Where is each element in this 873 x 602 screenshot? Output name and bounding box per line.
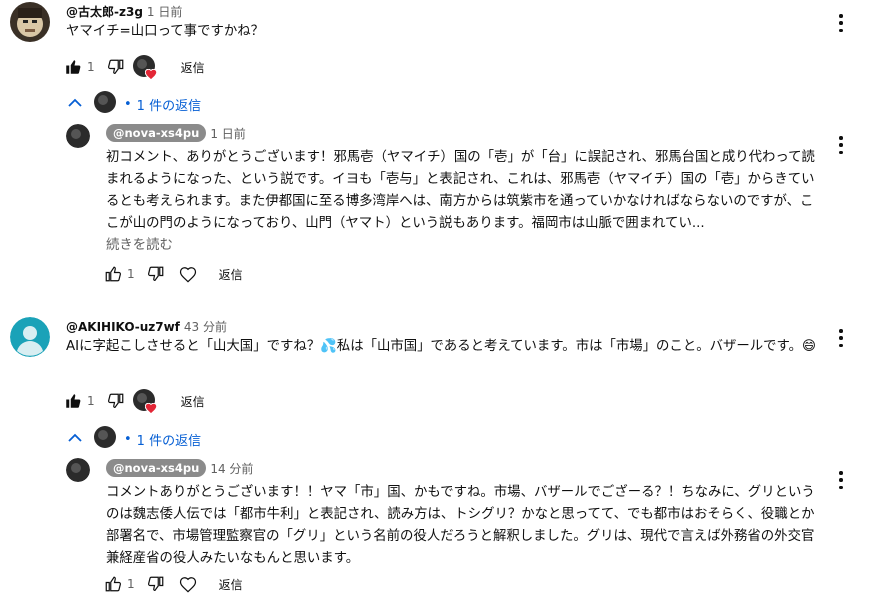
reply-button[interactable]: 返信 [219,266,243,283]
reply-meta: @nova-xs4pu 1 日前 [106,124,246,142]
dislike-icon[interactable] [145,263,167,285]
reply-button[interactable]: 返信 [181,393,205,410]
reply-actions: 1 返信 [102,569,243,599]
read-more-link[interactable]: 続きを読む [106,233,173,253]
creator-avatar-icon [94,426,116,452]
like-icon[interactable] [62,56,84,78]
dislike-icon[interactable] [145,573,167,595]
comment-meta: @AKIHIKO-uz7wf 43 分前 [66,318,227,335]
replies-count-label: 1 件の返信 [136,433,202,449]
chevron-up-icon [68,97,82,112]
reply-avatar-icon[interactable] [66,458,90,482]
more-actions-icon[interactable] [838,136,844,154]
chevron-up-icon [68,432,82,447]
replies-count-label: 1 件の返信 [136,98,202,114]
separator-dot: • [124,96,132,112]
like-icon[interactable] [62,390,84,412]
reply-button[interactable]: 返信 [181,59,205,76]
author-name[interactable]: @古太郎-z3g [66,3,143,20]
more-actions-icon[interactable] [838,471,844,489]
reply-text: 初コメント、ありがとうございます！邪馬壱（ヤマイチ）国の「壱」が「台」に誤記され… [106,150,815,231]
heart-icon [144,65,157,84]
heart-outline-icon[interactable] [177,573,199,595]
timestamp[interactable]: 1 日前 [210,125,245,142]
reply-avatar-icon[interactable] [66,124,90,148]
comment-meta: @古太郎-z3g 1 日前 [66,3,182,20]
reply-actions: 1 返信 [102,259,243,289]
creator-avatar-icon [94,91,116,117]
like-count: 1 [87,60,95,74]
like-count: 1 [127,577,135,591]
timestamp[interactable]: 14 分前 [210,460,253,477]
replies-toggle[interactable]: • 1 件の返信 [68,91,201,117]
separator-dot: • [124,431,132,447]
author-name[interactable]: @nova-xs4pu [106,124,207,142]
like-icon[interactable] [102,573,124,595]
heart-icon [144,399,157,418]
like-icon[interactable] [102,263,124,285]
timestamp[interactable]: 43 分前 [184,318,227,335]
dislike-icon[interactable] [105,56,127,78]
default-person-avatar-icon[interactable] [10,317,50,357]
reply-meta: @nova-xs4pu 14 分前 [106,459,253,477]
replies-toggle[interactable]: • 1 件の返信 [68,426,201,452]
creator-heart [132,55,161,81]
more-actions-icon[interactable] [838,14,844,32]
comment-actions: 1 返信 [62,52,205,82]
comment-actions: 1 返信 [62,386,205,416]
creator-heart [132,389,161,415]
author-name[interactable]: @AKIHIKO-uz7wf [66,320,180,334]
like-count: 1 [87,394,95,408]
reply-text: コメントありがとうございます！！ヤマ「市」国、かもですね。市場、バザールでござー… [106,485,815,566]
author-name[interactable]: @nova-xs4pu [106,459,207,477]
like-count: 1 [127,267,135,281]
portrait-avatar-icon[interactable] [10,2,50,42]
comment-text: AIに字起こしさせると「山大国」ですね？💦私は「山市国」であると考えています。市… [66,339,816,354]
dislike-icon[interactable] [105,390,127,412]
timestamp[interactable]: 1 日前 [147,3,182,20]
reply-button[interactable]: 返信 [219,576,243,593]
comment-text: ヤマイチ=山口って事ですかね？ [66,24,265,39]
heart-outline-icon[interactable] [177,263,199,285]
more-actions-icon[interactable] [838,329,844,347]
